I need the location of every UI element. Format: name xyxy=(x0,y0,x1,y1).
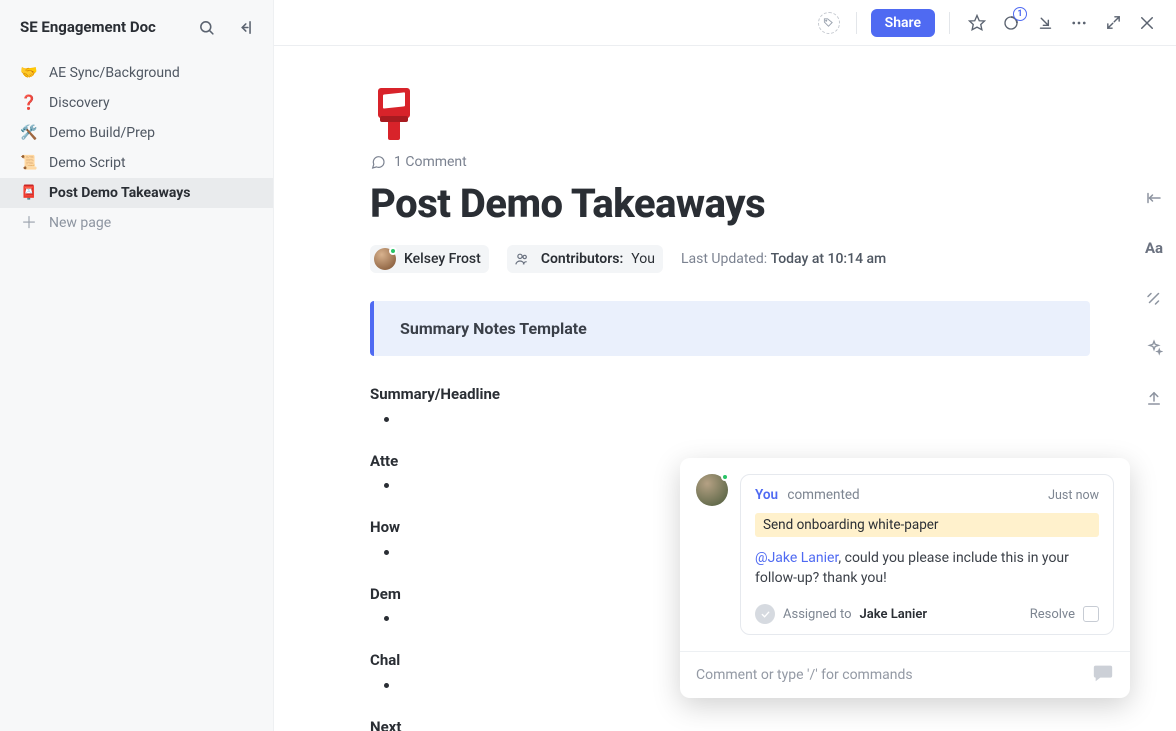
assignee-name[interactable]: Jake Lanier xyxy=(860,607,928,622)
sidebar-item-post-demo[interactable]: 📮 Post Demo Takeaways xyxy=(0,178,273,208)
sidebar-item-label: Discovery xyxy=(49,95,110,111)
collapse-sidebar-icon[interactable] xyxy=(233,14,259,40)
comment-verb-text: commented xyxy=(787,487,859,503)
contributors-label: Contributors: xyxy=(541,251,623,267)
meta-row: Kelsey Frost Contributors: You Last Upda… xyxy=(370,245,1090,273)
sidebar-item-label: Demo Build/Prep xyxy=(49,125,155,141)
notifications-icon[interactable]: 1 xyxy=(998,10,1024,36)
resolve-checkbox[interactable] xyxy=(1083,606,1099,622)
comment-input-row xyxy=(680,651,1130,698)
sidebar: SE Engagement Doc 🤝 AE Sync/Background ❓… xyxy=(0,0,274,731)
author-chip[interactable]: Kelsey Frost xyxy=(370,245,489,273)
download-icon[interactable] xyxy=(1032,10,1058,36)
search-icon[interactable] xyxy=(193,14,219,40)
comment-body: @Jake Lanier, could you please include t… xyxy=(755,549,1099,588)
mention[interactable]: @Jake Lanier xyxy=(755,550,838,566)
more-icon[interactable] xyxy=(1066,10,1092,36)
avatar xyxy=(374,248,396,270)
avatar xyxy=(696,474,728,506)
resolve-control[interactable]: Resolve xyxy=(1030,606,1099,622)
sidebar-item-ae-sync[interactable]: 🤝 AE Sync/Background xyxy=(0,58,273,88)
scroll-icon: 📜 xyxy=(20,156,38,170)
page-title[interactable]: Post Demo Takeaways xyxy=(370,180,1090,227)
postbox-icon: 📮 xyxy=(20,186,38,200)
sidebar-item-label: Demo Script xyxy=(49,155,126,171)
sidebar-item-demo-build[interactable]: 🛠️ Demo Build/Prep xyxy=(0,118,273,148)
main: Share 1 xyxy=(274,0,1176,731)
assigned-to: Assigned to Jake Lanier xyxy=(755,604,927,624)
contributors-value: You xyxy=(631,251,655,267)
check-icon xyxy=(755,604,775,624)
comment-popover: You commented Just now Send onboarding w… xyxy=(680,458,1130,698)
tag-icon[interactable] xyxy=(816,10,842,36)
resolve-label: Resolve xyxy=(1030,607,1075,622)
comment-icon xyxy=(370,154,386,170)
sidebar-item-discovery[interactable]: ❓ Discovery xyxy=(0,88,273,118)
topbar-divider xyxy=(949,12,950,34)
outdent-icon[interactable] xyxy=(1142,186,1166,210)
sidebar-item-demo-script[interactable]: 📜 Demo Script xyxy=(0,148,273,178)
plus-icon: ＋ xyxy=(20,215,38,231)
contributors-chip[interactable]: Contributors: You xyxy=(507,245,663,273)
comment-author: You xyxy=(755,487,778,503)
handshake-icon: 🤝 xyxy=(20,66,38,80)
sidebar-new-page[interactable]: ＋ New page xyxy=(0,208,273,238)
last-updated: Last Updated: Today at 10:14 am xyxy=(681,251,886,267)
people-icon xyxy=(511,248,533,270)
author-name: Kelsey Frost xyxy=(404,251,481,267)
comment-author-line: You commented xyxy=(755,487,860,503)
sidebar-item-label: New page xyxy=(49,215,111,231)
share-button[interactable]: Share xyxy=(871,9,935,37)
last-updated-value: Today at 10:14 am xyxy=(771,251,887,267)
comment-count-text: 1 Comment xyxy=(394,154,467,170)
upload-icon[interactable] xyxy=(1142,386,1166,410)
star-icon[interactable] xyxy=(964,10,990,36)
sidebar-item-label: Post Demo Takeaways xyxy=(49,185,191,201)
send-comment-icon[interactable] xyxy=(1092,662,1114,688)
text-style-icon[interactable]: Aa xyxy=(1142,236,1166,260)
callout-block[interactable]: Summary Notes Template xyxy=(370,301,1090,356)
close-icon[interactable] xyxy=(1134,10,1160,36)
right-rail: Aa xyxy=(1142,186,1166,410)
comment-quote: Send onboarding white-paper xyxy=(755,513,1099,537)
section-heading-next[interactable]: Next xyxy=(370,717,1090,731)
content: 1 Comment Post Demo Takeaways Kelsey Fro… xyxy=(274,46,1176,731)
comment-count[interactable]: 1 Comment xyxy=(370,154,1090,170)
section-heading-summary[interactable]: Summary/Headline xyxy=(370,384,1090,406)
list-item[interactable] xyxy=(400,409,1090,431)
sidebar-nav: 🤝 AE Sync/Background ❓ Discovery 🛠️ Demo… xyxy=(0,50,273,238)
assigned-label: Assigned to xyxy=(783,607,852,622)
topbar-divider xyxy=(856,12,857,34)
last-updated-label: Last Updated: xyxy=(681,251,767,267)
question-icon: ❓ xyxy=(20,96,38,110)
sparkle-icon[interactable] xyxy=(1142,336,1166,360)
tools-icon: 🛠️ xyxy=(20,126,38,140)
document-icon[interactable] xyxy=(370,86,418,142)
sidebar-title: SE Engagement Doc xyxy=(20,18,156,36)
sidebar-item-label: AE Sync/Background xyxy=(49,65,180,81)
comment-input[interactable] xyxy=(696,667,1082,683)
notification-badge: 1 xyxy=(1013,7,1027,21)
expand-icon[interactable] xyxy=(1100,10,1126,36)
comment-card: You commented Just now Send onboarding w… xyxy=(740,474,1114,635)
comment-verb xyxy=(781,487,784,503)
comment-timestamp: Just now xyxy=(1048,488,1099,503)
ai-icon[interactable] xyxy=(1142,286,1166,310)
topbar: Share 1 xyxy=(274,0,1176,46)
